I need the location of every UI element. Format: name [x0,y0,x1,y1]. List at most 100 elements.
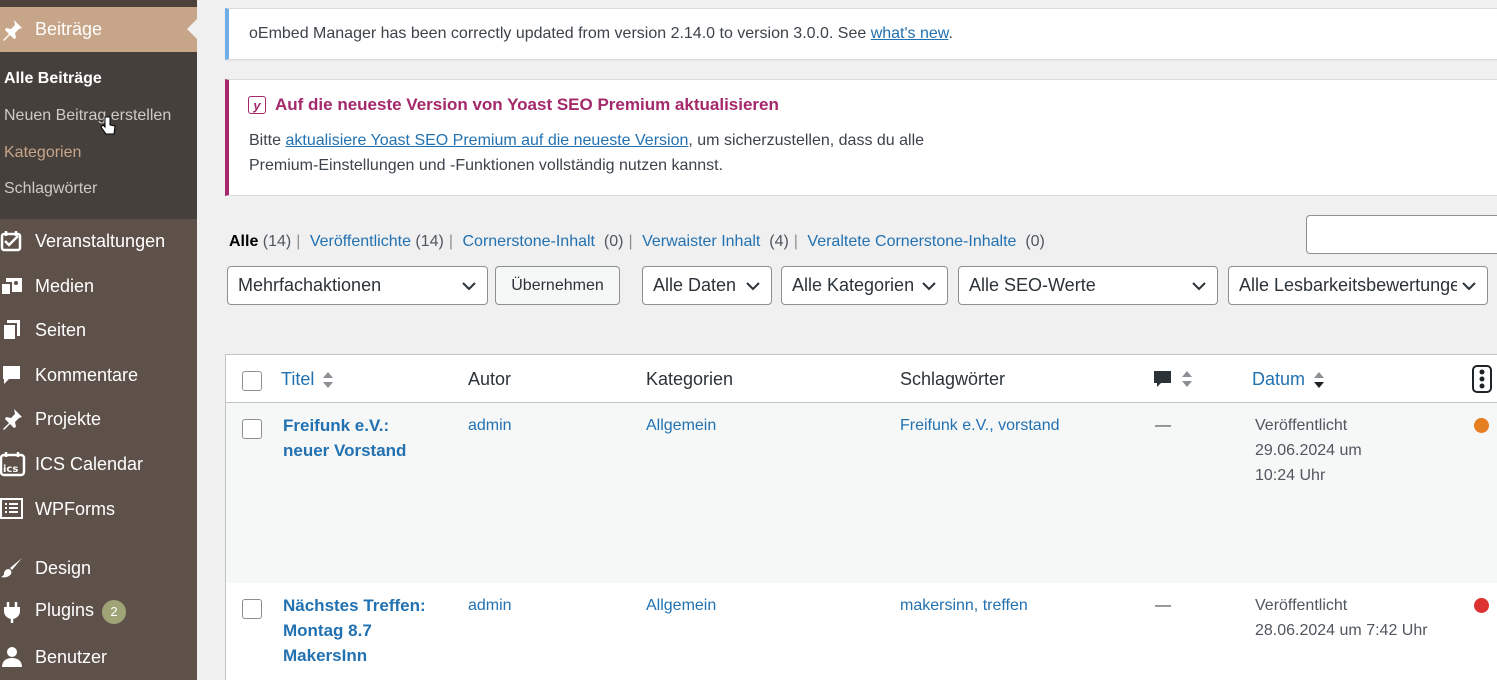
post-tags[interactable]: Freifunk e.V., vorstand [900,413,1060,438]
view-orphaned[interactable]: Verwaister Inhalt [642,233,760,250]
post-tags[interactable]: makersinn, treffen [900,593,1028,618]
notice-text: oEmbed Manager has been correctly update… [249,25,953,42]
sidebar-item-label: Benutzer [35,647,108,667]
sidebar-item-label: Seiten [35,320,87,340]
wpforms-icon [0,497,24,526]
post-category[interactable]: Allgemein [646,593,716,618]
row-checkbox[interactable] [242,599,262,619]
sidebar-item-ics-calendar[interactable]: ics ICS Calendar [0,442,197,486]
post-date: Veröffentlicht 29.06.2024 um 10:24 Uhr [1255,417,1362,484]
plugin-icon [0,600,24,629]
sidebar-item-kommentare[interactable]: Kommentare [0,353,197,397]
column-comments[interactable] [1153,369,1193,389]
apply-button[interactable]: Übernehmen [495,266,620,305]
chevron-down-icon [1192,282,1206,291]
chevron-down-icon [462,282,476,291]
column-seo [1472,365,1492,393]
comment-icon [0,363,24,392]
sidebar-item-design[interactable]: Design [0,546,197,590]
table-header: Titel Autor Kategorien Schlagwörter Datu… [226,355,1497,403]
pages-icon [0,318,24,347]
readability-filter-select[interactable]: Alle Lesbarkeitsbewertungen [1228,266,1488,305]
sidebar-item-label: Veranstaltungen [35,231,166,251]
post-author[interactable]: admin [468,593,512,618]
post-date: Veröffentlicht 28.06.2024 um 7:42 Uhr [1255,597,1428,639]
view-all[interactable]: Alle [229,233,258,250]
chevron-down-icon [746,282,760,291]
sidebar-item-veranstaltungen[interactable]: Veranstaltungen [0,219,197,263]
sidebar-item-label: Kommentare [35,365,139,385]
yoast-icon: y [248,96,266,114]
table-row: Freifunk e.V.: neuer Vorstand admin Allg… [226,403,1497,583]
sidebar-item-projekte[interactable]: Projekte [0,397,197,441]
sort-icon [323,371,334,388]
sidebar-item-label: Projekte [35,409,102,429]
view-published[interactable]: Veröffentlichte [310,233,411,250]
media-icon [0,274,24,303]
category-filter-select[interactable]: Alle Kategorien [781,266,948,305]
update-count-badge: 2 [102,600,127,624]
notice-body: Bitte aktualisiere Yoast SEO Premium auf… [249,132,925,174]
sidebar-item-label: Plugins 2 [35,600,127,624]
sidebar-item-beitraege[interactable]: Beiträge [0,7,197,52]
submenu-tags[interactable]: Schlagwörter [4,180,97,198]
submenu-all-posts[interactable]: Alle Beiträge [4,70,102,88]
column-date[interactable]: Datum [1252,369,1325,390]
notice-title: y Auf die neueste Version von Yoast SEO … [248,95,779,115]
ics-calendar-icon: ics [0,451,26,482]
sort-desc-icon [1314,371,1325,388]
notice-oembed-update: oEmbed Manager has been correctly update… [225,8,1497,60]
post-comments: — [1155,597,1171,614]
brush-icon [0,556,24,585]
sort-icon [1182,371,1192,387]
svg-text:ics: ics [3,464,18,475]
main-content: oEmbed Manager has been correctly update… [197,0,1497,680]
post-status-views: Alle (14) | Veröffentlichte (14) | Corners… [229,233,1045,250]
date-filter-select[interactable]: Alle Daten [642,266,772,305]
sidebar-item-label: ICS Calendar [35,454,144,474]
calendar-event-icon [0,229,24,258]
sidebar-item-label: Design [35,558,92,578]
sidebar-item-benutzer[interactable]: Benutzer [0,635,197,679]
chevron-down-icon [922,282,936,291]
yoast-update-link[interactable]: aktualisiere Yoast SEO Premium auf die n… [285,132,688,149]
submenu-categories[interactable]: Kategorien [4,144,81,162]
column-categories: Kategorien [646,369,734,389]
active-arrow [187,19,197,39]
seo-filter-select[interactable]: Alle SEO-Werte [958,266,1218,305]
post-comments: — [1155,417,1171,434]
post-author[interactable]: admin [468,413,512,438]
sidebar-item-wpforms[interactable]: WPForms [0,487,197,531]
comment-icon [1154,371,1171,387]
pin-icon [0,407,24,436]
column-title[interactable]: Titel [281,369,334,390]
sidebar-item-label: Beiträge [35,19,103,39]
sidebar-item-medien[interactable]: Medien [0,264,197,308]
submenu-new-post[interactable]: Neuen Beitrag erstellen [4,107,171,125]
view-cornerstone[interactable]: Cornerstone-Inhalt [462,233,595,250]
admin-sidebar: Beiträge Alle Beiträge Neuen Beitrag ers… [0,0,197,680]
column-tags: Schlagwörter [900,369,1006,389]
sidebar-item-plugins[interactable]: Plugins 2 [0,590,197,634]
sidebar-item-label: Medien [35,276,95,296]
chevron-down-icon [1462,282,1476,291]
traffic-light-icon [1472,365,1492,393]
sidebar-submenu: Alle Beiträge Neuen Beitrag erstellen Ka… [0,52,197,219]
post-title[interactable]: Freifunk e.V.: neuer Vorstand [283,413,453,463]
post-title[interactable]: Nächstes Treffen: Montag 8.7 MakersInn [283,593,453,668]
user-icon [0,645,24,674]
sidebar-top-strip [0,0,197,7]
bulk-actions-select[interactable]: Mehrfachaktionen [227,266,488,305]
view-stale-cornerstone[interactable]: Veraltete Cornerstone-Inhalte [807,233,1016,250]
table-row: Nächstes Treffen: Montag 8.7 MakersInn a… [226,583,1497,680]
sidebar-item-seiten[interactable]: Seiten [0,308,197,352]
select-all-checkbox[interactable] [242,371,262,391]
whats-new-link[interactable]: what's new [871,25,949,42]
pin-icon [0,18,24,42]
seo-score-dot [1474,598,1489,613]
posts-table: Titel Autor Kategorien Schlagwörter Datu… [225,354,1497,680]
row-checkbox[interactable] [242,419,262,439]
post-category[interactable]: Allgemein [646,413,716,438]
cursor-hand-icon [100,116,116,141]
search-input[interactable] [1306,215,1497,254]
